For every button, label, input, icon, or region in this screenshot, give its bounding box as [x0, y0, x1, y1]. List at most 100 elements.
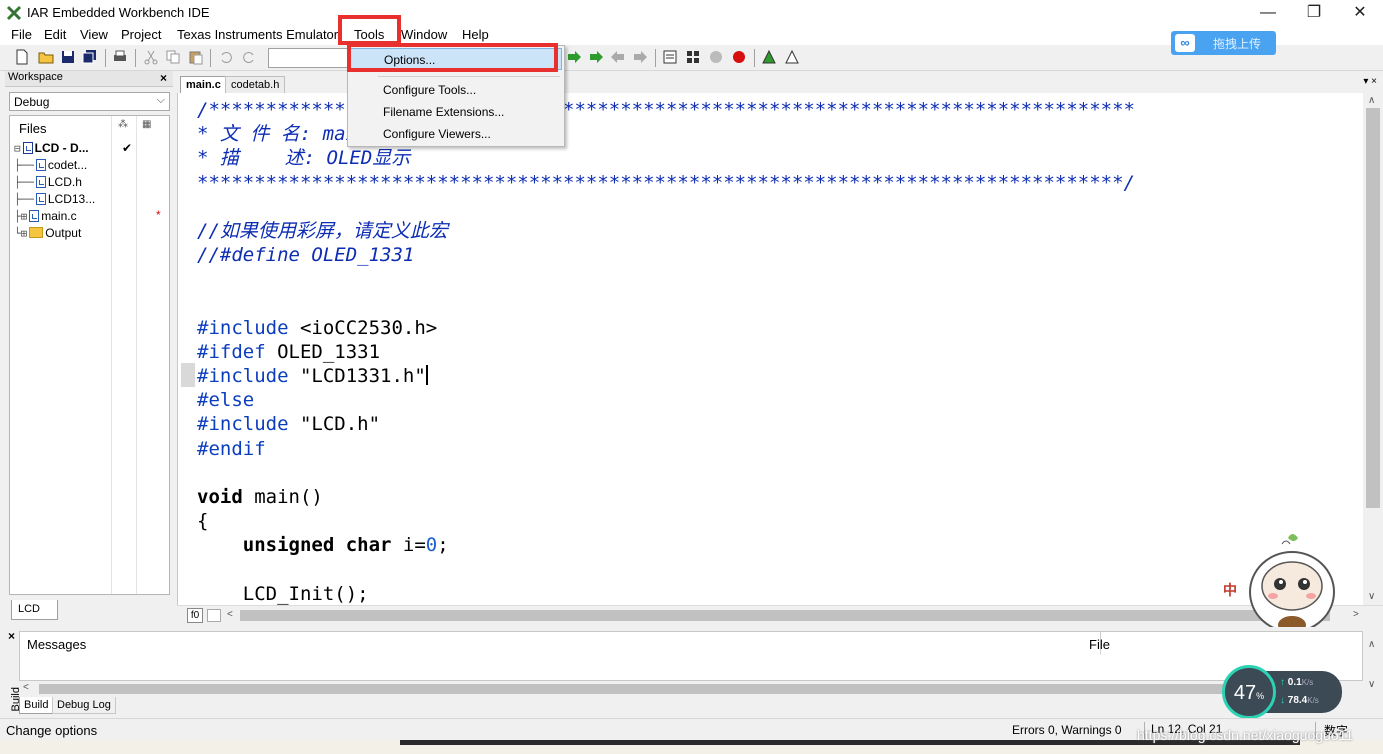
- next-bookmark-icon[interactable]: [588, 49, 604, 65]
- tree-item-lcd1331[interactable]: ├── LCD13...: [14, 192, 95, 209]
- scroll-thumb[interactable]: [39, 684, 1339, 694]
- tools-menu-highlight-box: [338, 15, 401, 45]
- menu-window[interactable]: Window: [401, 27, 447, 42]
- workspace-header: Workspace ×: [5, 71, 173, 87]
- code-line: unsigned char i=0;: [197, 534, 449, 557]
- messages-column-header[interactable]: Messages: [27, 637, 86, 652]
- menu-item-filename-extensions[interactable]: Filename Extensions...: [350, 101, 562, 123]
- function-list-button[interactable]: f0: [187, 608, 203, 623]
- scroll-left-icon[interactable]: <: [23, 682, 29, 693]
- text-caret: [425, 365, 428, 386]
- target-column-icon[interactable]: ▦: [142, 119, 151, 130]
- tab-main-c[interactable]: main.c: [180, 76, 227, 93]
- code-line: //#define OLED_1331: [197, 244, 415, 267]
- tree-item-label: LCD13...: [47, 192, 96, 206]
- debug-without-download-icon[interactable]: [784, 49, 800, 65]
- iar-app-icon: [6, 5, 22, 21]
- scroll-up-icon[interactable]: ∧: [1368, 639, 1375, 650]
- network-speed-widget[interactable]: ↑ 0.1K/s ↓ 78.4K/s 47%: [1222, 665, 1342, 719]
- sort-icon[interactable]: ⁂: [118, 119, 128, 130]
- undo-icon[interactable]: [218, 49, 234, 65]
- scroll-right-icon[interactable]: >: [1353, 609, 1359, 620]
- watermark-text: https://blog.csdn.net/xiaoguoguo11: [1137, 727, 1354, 743]
- new-file-icon[interactable]: [14, 49, 30, 65]
- menu-view[interactable]: View: [80, 27, 108, 42]
- open-folder-icon[interactable]: [38, 49, 54, 65]
- menu-item-configure-viewers[interactable]: Configure Viewers...: [350, 123, 562, 145]
- menu-file[interactable]: File: [11, 27, 32, 42]
- tree-item-codetab[interactable]: ├── codet...: [14, 158, 87, 175]
- code-editor[interactable]: /***************************************…: [177, 93, 1363, 605]
- code-line: #else: [197, 389, 255, 412]
- tree-item-label: main.c: [41, 209, 77, 223]
- toggle-bookmark-icon[interactable]: [632, 49, 648, 65]
- messages-list[interactable]: [19, 631, 1363, 681]
- tree-item-project[interactable]: ⊟ LCD - D... ✔: [14, 141, 132, 158]
- tree-item-output[interactable]: └⊞ Output: [14, 226, 81, 243]
- file-column-header[interactable]: File: [1089, 637, 1110, 652]
- scroll-down-icon[interactable]: ∨: [1368, 679, 1375, 690]
- tab-build[interactable]: Build: [19, 697, 54, 714]
- copy-icon[interactable]: [165, 49, 181, 65]
- menu-project[interactable]: Project: [121, 27, 161, 42]
- compile-icon[interactable]: [662, 49, 678, 65]
- stop-build-icon[interactable]: [708, 49, 724, 65]
- scroll-left-icon[interactable]: <: [227, 609, 233, 620]
- header-file-icon: [35, 176, 46, 188]
- status-message: Change options: [6, 723, 98, 738]
- menu-edit[interactable]: Edit: [44, 27, 66, 42]
- project-icon: [22, 142, 33, 154]
- print-icon[interactable]: [112, 49, 128, 65]
- workspace-tab-lcd[interactable]: LCD: [11, 600, 58, 620]
- scroll-thumb[interactable]: [1366, 108, 1380, 508]
- menu-item-configure-tools[interactable]: Configure Tools...: [350, 79, 562, 101]
- make-icon[interactable]: [685, 49, 701, 65]
- code-line: #include <ioCC2530.h>: [197, 316, 438, 339]
- build-horizontal-scrollbar[interactable]: <: [19, 681, 1363, 697]
- toggle-breakpoint-icon[interactable]: [731, 49, 747, 65]
- tab-debug-log[interactable]: Debug Log: [52, 697, 116, 714]
- workspace-close-button[interactable]: ×: [160, 71, 167, 85]
- tree-item-main-c[interactable]: ├⊞ main.c *: [14, 208, 161, 226]
- configuration-select[interactable]: Debug ⌵: [9, 92, 170, 111]
- find-combo-box[interactable]: [268, 48, 348, 68]
- tree-item-label: Output: [45, 226, 82, 240]
- minimize-button[interactable]: —: [1245, 0, 1291, 25]
- paste-icon[interactable]: [188, 49, 204, 65]
- editor-gutter[interactable]: [178, 93, 196, 605]
- scroll-down-icon[interactable]: ∨: [1368, 591, 1375, 602]
- workspace-panel: Workspace × Debug ⌵ Files ⁂ ▦ ⊟ LCD - D..…: [5, 71, 173, 626]
- cloud-icon: ∞: [1175, 34, 1195, 52]
- files-column-header: Files: [19, 121, 47, 136]
- title-bar: IAR Embedded Workbench IDE — ❐ ✕: [0, 0, 1383, 25]
- tab-list-icon[interactable]: ▾ ×: [1363, 76, 1377, 87]
- code-line: //如果使用彩屏，请定义此宏: [197, 219, 448, 242]
- scroll-up-icon[interactable]: ∧: [1368, 95, 1375, 106]
- scroll-thumb[interactable]: [240, 610, 1330, 621]
- save-all-icon[interactable]: [82, 49, 98, 65]
- build-vertical-scrollbar[interactable]: ∧ ∨: [1363, 631, 1383, 697]
- drag-upload-button[interactable]: ∞ 拖拽上传: [1171, 31, 1276, 55]
- window-title: IAR Embedded Workbench IDE: [27, 5, 210, 20]
- build-close-button[interactable]: ×: [8, 629, 15, 643]
- tree-item-lcd-h[interactable]: ├── LCD.h: [14, 175, 82, 192]
- restore-button[interactable]: ❐: [1291, 0, 1337, 25]
- redo-icon[interactable]: [241, 49, 257, 65]
- ime-indicator[interactable]: 中: [1223, 580, 1237, 600]
- code-line: * 文 件 名: main.c: [197, 123, 392, 146]
- cut-icon[interactable]: [143, 49, 159, 65]
- editor-vertical-scrollbar[interactable]: ∧ ∨: [1363, 93, 1383, 605]
- tab-codetab-h[interactable]: codetab.h: [225, 76, 286, 93]
- go-forward-icon[interactable]: [566, 49, 582, 65]
- menu-texas-instruments-emulator[interactable]: Texas Instruments Emulator: [177, 27, 338, 42]
- editor-horizontal-scrollbar[interactable]: f0 < >: [177, 605, 1383, 624]
- prev-bookmark-icon[interactable]: [610, 49, 626, 65]
- menu-help[interactable]: Help: [462, 27, 489, 42]
- save-icon[interactable]: [60, 49, 76, 65]
- tree-item-label: codet...: [47, 158, 88, 172]
- download-debug-icon[interactable]: [761, 49, 777, 65]
- code-line: /***************************************…: [197, 99, 1135, 121]
- close-button[interactable]: ✕: [1337, 0, 1383, 25]
